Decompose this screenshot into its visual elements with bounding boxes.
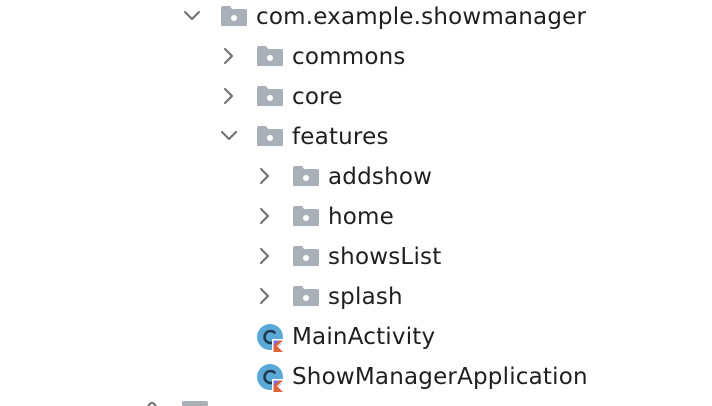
tree-row-showmanagerapplication[interactable]: ShowManagerApplication	[0, 362, 712, 402]
chevron-right-icon[interactable]	[255, 246, 275, 266]
tree-row-showslist[interactable]: showsList	[0, 242, 712, 282]
tree-row-package-root[interactable]: com.example.showmanager	[0, 2, 712, 42]
tree-item-label: core	[292, 84, 343, 110]
tree-row-mainactivity[interactable]: MainActivity	[0, 322, 712, 362]
tree-row-core[interactable]: core	[0, 82, 712, 122]
package-folder-icon	[292, 205, 320, 227]
tree-item-label: commons	[292, 44, 406, 70]
tree-item-label: home	[328, 204, 395, 230]
tree-row-addshow[interactable]: addshow	[0, 162, 712, 202]
chevron-right-icon[interactable]	[219, 46, 239, 66]
kotlin-class-icon	[256, 363, 286, 393]
kotlin-class-icon	[256, 323, 286, 353]
tree-row-partial	[0, 398, 712, 406]
tree-item-label: com.example.showmanager	[256, 4, 587, 30]
chevron-right-icon[interactable]	[219, 86, 239, 106]
tree-row-home[interactable]: home	[0, 202, 712, 242]
tree-row-splash[interactable]: splash	[0, 282, 712, 322]
chevron-right-icon[interactable]	[255, 166, 275, 186]
tree-item-label: splash	[328, 284, 403, 310]
tree-row-commons[interactable]: commons	[0, 42, 712, 82]
project-tree: com.example.showmanager commons core fea…	[0, 0, 712, 406]
package-folder-icon	[292, 245, 320, 267]
package-folder-icon	[292, 165, 320, 187]
package-folder-icon	[182, 401, 208, 406]
package-folder-icon	[256, 45, 284, 67]
chevron-down-icon[interactable]	[182, 6, 202, 26]
package-folder-icon	[256, 125, 284, 147]
tree-item-label: ShowManagerApplication	[292, 364, 588, 390]
chevron-right-icon	[146, 402, 158, 406]
tree-item-label: features	[292, 124, 389, 150]
package-folder-icon	[256, 85, 284, 107]
tree-item-label: MainActivity	[292, 324, 436, 350]
chevron-right-icon[interactable]	[255, 206, 275, 226]
tree-row-features[interactable]: features	[0, 122, 712, 162]
chevron-right-icon[interactable]	[255, 286, 275, 306]
tree-item-label: addshow	[328, 164, 433, 190]
package-folder-icon	[220, 5, 248, 27]
package-folder-icon	[292, 285, 320, 307]
chevron-down-icon[interactable]	[219, 126, 239, 146]
tree-item-label: showsList	[328, 244, 442, 270]
